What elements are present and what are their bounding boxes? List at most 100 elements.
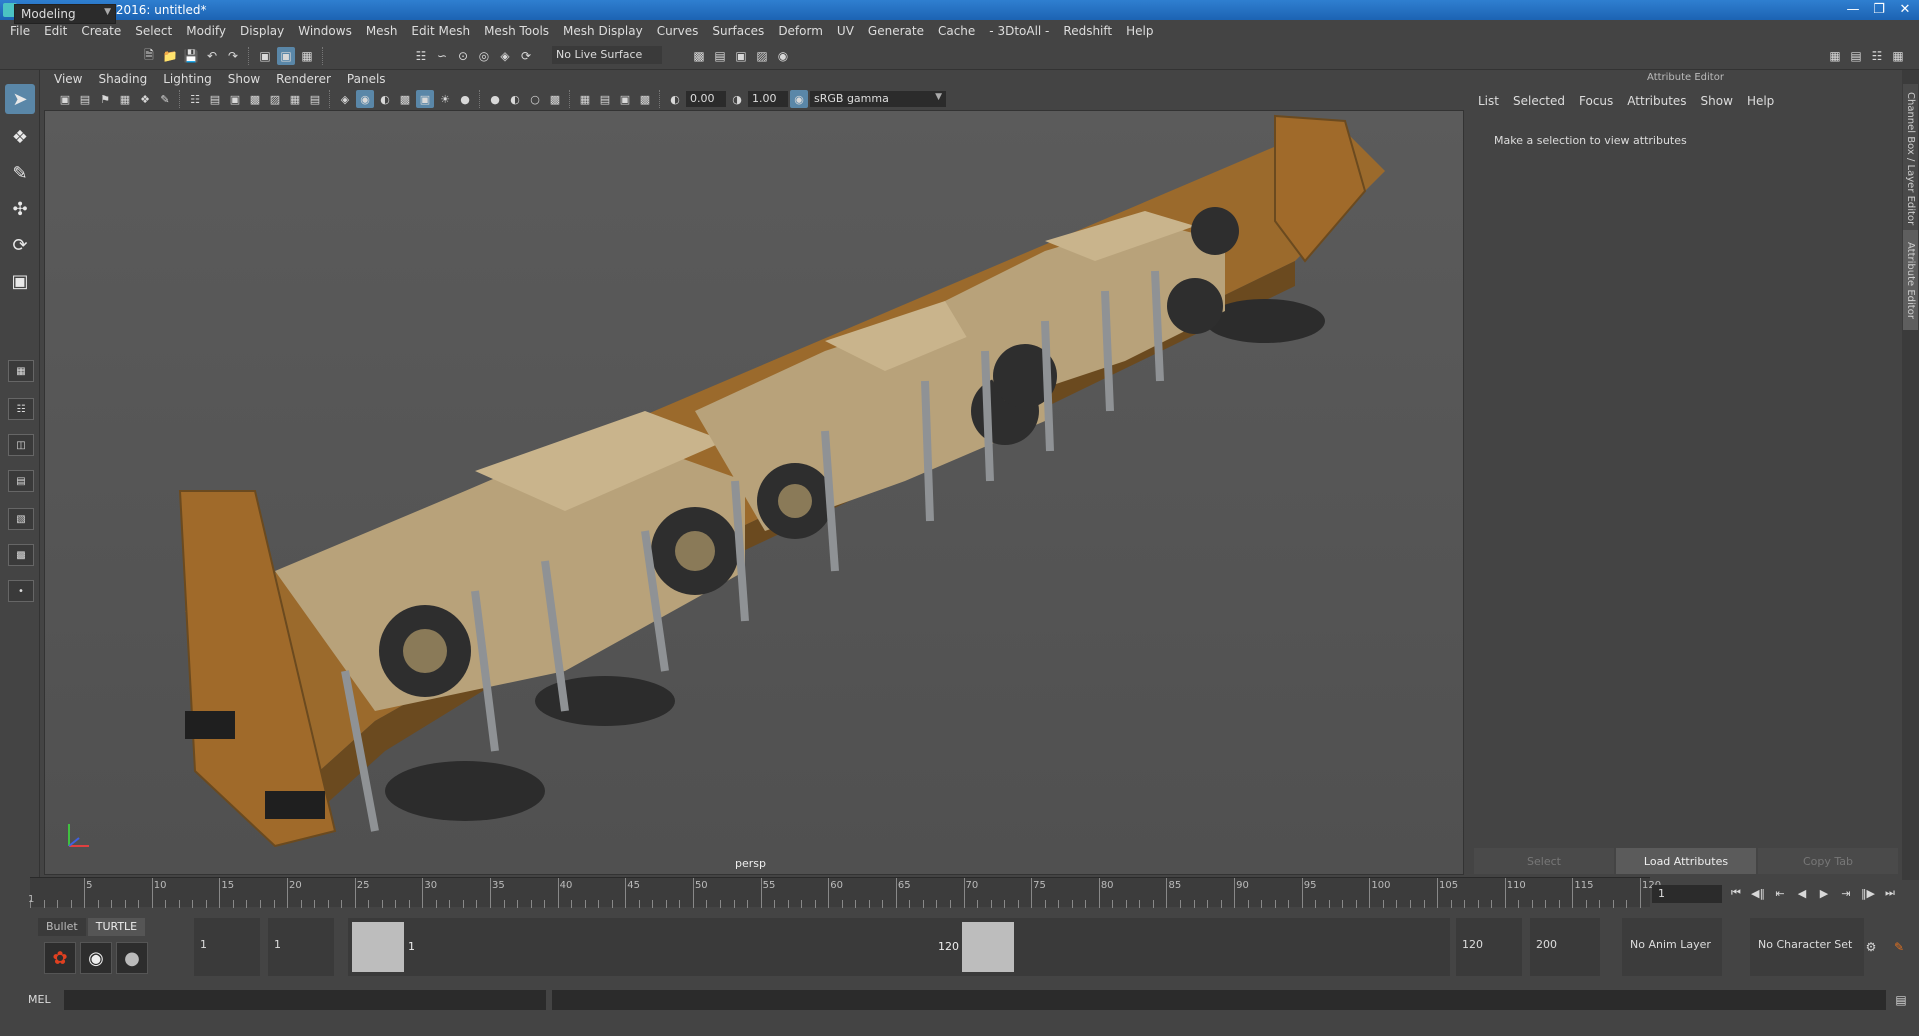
motion-blur-icon[interactable]: ●: [486, 90, 504, 108]
snap-surface-icon[interactable]: ◈: [496, 47, 514, 65]
graph-layout-icon[interactable]: ▧: [8, 508, 34, 530]
animation-end-field[interactable]: 200: [1530, 918, 1600, 976]
command-input[interactable]: [64, 990, 546, 1010]
menu-edit-mesh[interactable]: Edit Mesh: [411, 24, 470, 38]
attribute-editor-toggle-icon[interactable]: ▤: [1847, 47, 1865, 65]
maximize-icon[interactable]: ❐: [1871, 2, 1887, 17]
auto-key-icon[interactable]: ⚙: [1862, 938, 1880, 956]
live-surface-field[interactable]: No Live Surface: [552, 46, 662, 64]
gamma-field[interactable]: 1.00: [748, 91, 788, 107]
go-to-start-icon[interactable]: ⏮: [1728, 884, 1744, 902]
ae-menu-focus[interactable]: Focus: [1579, 94, 1613, 108]
ae-menu-list[interactable]: List: [1478, 94, 1499, 108]
use-all-lights-icon[interactable]: ▣: [416, 90, 434, 108]
hypershade-layout-icon[interactable]: ▩: [8, 544, 34, 566]
menu-file[interactable]: File: [10, 24, 30, 38]
shelf-tab-bullet[interactable]: Bullet: [38, 918, 86, 936]
xray-active-icon[interactable]: ▩: [636, 90, 654, 108]
range-slider[interactable]: 1 120: [348, 918, 1450, 976]
film-gate-icon[interactable]: ▤: [206, 90, 224, 108]
ae-menu-attributes[interactable]: Attributes: [1627, 94, 1686, 108]
multisample-aa-icon[interactable]: ◐: [506, 90, 524, 108]
scale-tool-icon[interactable]: ▣: [5, 266, 35, 296]
select-hierarchy-icon[interactable]: ▣: [256, 47, 274, 65]
select-button[interactable]: Select: [1474, 848, 1614, 874]
grid-toggle-icon[interactable]: ☷: [186, 90, 204, 108]
xray-icon[interactable]: ▤: [596, 90, 614, 108]
snap-view-icon[interactable]: ◎: [475, 47, 493, 65]
step-back-key-icon[interactable]: ⇤: [1772, 884, 1788, 902]
safe-title-icon[interactable]: ▤: [306, 90, 324, 108]
go-to-end-icon[interactable]: ⏭: [1882, 884, 1898, 902]
snap-curve-icon[interactable]: ∽: [433, 47, 451, 65]
ipr-render-icon[interactable]: ▣: [732, 47, 750, 65]
camera-select-icon[interactable]: ▣: [56, 90, 74, 108]
menu-generate[interactable]: Generate: [868, 24, 924, 38]
gate-mask-icon[interactable]: ▩: [246, 90, 264, 108]
current-frame-field[interactable]: 1: [1652, 885, 1722, 903]
viewport-persp[interactable]: persp: [44, 110, 1464, 875]
hypershade-icon[interactable]: ◉: [774, 47, 792, 65]
rotate-tool-icon[interactable]: ⟳: [5, 230, 35, 260]
select-component-icon[interactable]: ▦: [298, 47, 316, 65]
step-back-icon[interactable]: ◀‖: [1750, 884, 1766, 902]
grease-pencil-icon[interactable]: ✎: [156, 90, 174, 108]
panel-menu-shading[interactable]: Shading: [98, 72, 147, 86]
new-scene-icon[interactable]: 🗎: [140, 47, 158, 65]
character-set-dropdown[interactable]: No Character Set: [1750, 918, 1864, 976]
safe-action-icon[interactable]: ▦: [286, 90, 304, 108]
snap-live-icon[interactable]: ⟳: [517, 47, 535, 65]
step-forward-key-icon[interactable]: ⇥: [1838, 884, 1854, 902]
panel-menu-renderer[interactable]: Renderer: [276, 72, 331, 86]
redo-icon[interactable]: ↷: [224, 47, 242, 65]
screen-space-ao-icon[interactable]: ●: [456, 90, 474, 108]
step-forward-icon[interactable]: ‖▶: [1860, 884, 1876, 902]
menu-mesh[interactable]: Mesh: [366, 24, 398, 38]
menu-mesh-display[interactable]: Mesh Display: [563, 24, 643, 38]
turtle-render-icon[interactable]: ✿: [44, 942, 76, 974]
play-forwards-icon[interactable]: ▶: [1816, 884, 1832, 902]
menu-surfaces[interactable]: Surfaces: [712, 24, 764, 38]
smooth-shade-icon[interactable]: ◉: [356, 90, 374, 108]
close-icon[interactable]: ✕: [1897, 2, 1913, 17]
mel-label[interactable]: MEL: [28, 993, 51, 1006]
playback-end-field[interactable]: 120: [1456, 918, 1522, 976]
outliner-layout-icon[interactable]: ▤: [8, 470, 34, 492]
undo-icon[interactable]: ↶: [203, 47, 221, 65]
exposure-icon[interactable]: ◐: [666, 90, 684, 108]
lasso-tool-icon[interactable]: ❖: [5, 122, 35, 152]
panel-menu-lighting[interactable]: Lighting: [163, 72, 212, 86]
menu-edit[interactable]: Edit: [44, 24, 67, 38]
bookmark-icon[interactable]: ⚑: [96, 90, 114, 108]
snap-point-icon[interactable]: ⊙: [454, 47, 472, 65]
range-end-handle[interactable]: [962, 922, 1014, 972]
menu-redshift[interactable]: Redshift: [1063, 24, 1112, 38]
ae-menu-help[interactable]: Help: [1747, 94, 1774, 108]
isolate-select-icon[interactable]: ▦: [576, 90, 594, 108]
wireframe-on-shaded-icon[interactable]: ◐: [376, 90, 394, 108]
hardware-fog-icon[interactable]: ▩: [546, 90, 564, 108]
select-object-icon[interactable]: ▣: [277, 47, 295, 65]
view-transform-dropdown[interactable]: sRGB gamma ▼: [810, 91, 946, 107]
panel-menu-view[interactable]: View: [54, 72, 82, 86]
render-frame-icon[interactable]: ▤: [711, 47, 729, 65]
tab-channel-box[interactable]: Channel Box / Layer Editor: [1903, 84, 1918, 234]
menu-windows[interactable]: Windows: [298, 24, 352, 38]
animation-prefs-icon[interactable]: ✎: [1890, 938, 1908, 956]
move-tool-icon[interactable]: ✣: [5, 194, 35, 224]
menu-uv[interactable]: UV: [837, 24, 854, 38]
four-pane-layout-icon[interactable]: ☷: [8, 398, 34, 420]
script-editor-icon[interactable]: ▤: [1892, 991, 1910, 1009]
menu-cache[interactable]: Cache: [938, 24, 975, 38]
wireframe-icon[interactable]: ◈: [336, 90, 354, 108]
menu-3dtoall[interactable]: - 3DtoAll -: [989, 24, 1049, 38]
menu-select[interactable]: Select: [135, 24, 172, 38]
menu-help[interactable]: Help: [1126, 24, 1153, 38]
minimize-icon[interactable]: —: [1845, 2, 1861, 17]
menu-modify[interactable]: Modify: [186, 24, 226, 38]
image-plane-icon[interactable]: ▦: [116, 90, 134, 108]
exposure-field[interactable]: 0.00: [686, 91, 726, 107]
xray-joints-icon[interactable]: ▣: [616, 90, 634, 108]
channel-box-toggle-icon[interactable]: ▦: [1889, 47, 1907, 65]
camera-attributes-icon[interactable]: ▤: [76, 90, 94, 108]
